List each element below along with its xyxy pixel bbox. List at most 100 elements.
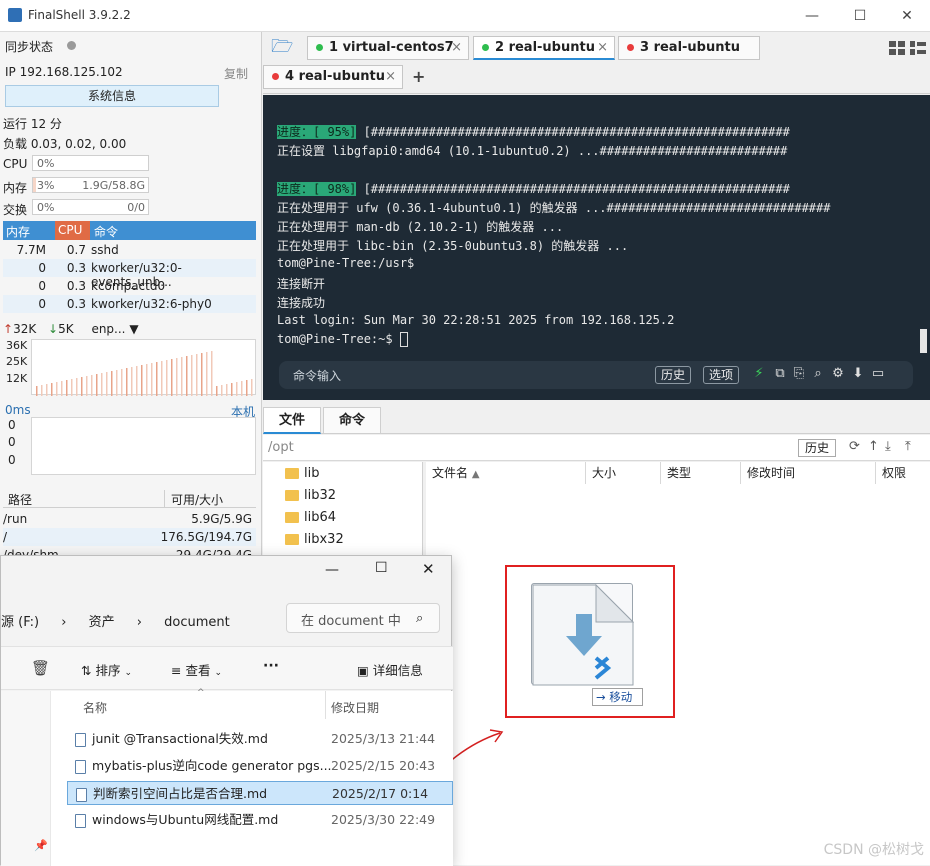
lightning-icon[interactable]: ⚡ [751,366,767,382]
network-bar [111,371,113,396]
tab-close-icon[interactable]: × [385,66,396,88]
command-input-bar[interactable]: 命令输入 历史 选项 ⚡ ⧉ ⎘ ⌕ ⚙ ⬇ ▭ [279,361,913,389]
system-info-button[interactable]: 系统信息 [5,85,219,107]
tab-session-4[interactable]: 4 real-ubuntu × [263,65,403,89]
close-button[interactable]: ✕ [897,6,917,26]
network-bar [101,373,103,396]
breadcrumb-item[interactable]: 源 (F:) [1,615,39,630]
history-button[interactable]: 历史 [655,366,692,384]
path-history-button[interactable]: 历史 [798,439,837,457]
status-dot-icon [482,44,489,51]
sort-button[interactable]: ⇅ 排序 ⌄ [81,660,132,679]
sort-asc-icon: ▲ [471,469,480,480]
refresh-icon[interactable]: ⟳ [849,439,860,454]
network-bar [96,374,98,396]
network-bar [151,363,153,396]
tab-session-1[interactable]: 1 virtual-centos7 × [307,36,469,60]
col-permissions[interactable]: 权限 [876,462,930,484]
proc-cpu: 0.3 [66,261,86,275]
tree-item[interactable]: lib32 [285,488,336,503]
list-layout-icon[interactable] [910,41,926,55]
file-row[interactable]: junit @Transactional失效.md 2025/3/13 21:44 [67,727,453,751]
add-tab-button[interactable]: + [412,67,425,86]
col-path[interactable]: 路径 [8,491,32,508]
file-row[interactable]: windows与Ubuntu网线配置.md 2025/3/30 22:49 [67,808,453,832]
minimize-button[interactable]: — [325,562,339,578]
folder-open-icon[interactable]: 🗁 [271,38,295,56]
view-button[interactable]: ≡ 查看 ⌄ [171,660,222,679]
col-type[interactable]: 类型 [661,462,741,484]
dropdown-triangle-icon[interactable]: ▼ [129,322,138,336]
tab-close-icon[interactable]: × [597,37,608,59]
gear-icon[interactable]: ⚙ [830,366,846,382]
file-row[interactable]: mybatis-plus逆向code generator pgs... 2025/… [67,754,453,778]
disk-row[interactable]: / 176.5G/194.7G [3,528,256,546]
disk-row[interactable]: /run 5.9G/5.9G [3,510,256,528]
explorer-toolbar: 🗑 ⇅ 排序 ⌄ ≡ 查看 ⌄ ··· ▣ 详细信息 [1,646,453,690]
tab-close-icon[interactable]: × [451,37,462,59]
grid-layout-icon[interactable] [889,41,905,55]
tree-item[interactable]: lib64 [285,510,336,525]
file-list[interactable]: 文件名 ▲ 大小 类型 修改时间 权限 [426,462,930,865]
col-modified[interactable]: 修改时间 [741,462,876,484]
disk-size: 176.5G/194.7G [160,530,252,544]
terminal-scrollbar[interactable] [920,329,927,353]
more-button[interactable]: ··· [263,658,279,674]
download-icon[interactable]: ⬇ [850,366,866,382]
watermark: CSDN @松树戈 [823,842,924,858]
tab-session-3[interactable]: 3 real-ubuntu [618,36,760,60]
tab-label: 1 virtual-centos7 [329,40,454,55]
copy-ip-button[interactable]: 复制 [224,65,248,82]
col-size[interactable]: 大小 [586,462,661,484]
maximize-button[interactable]: ☐ [375,560,388,576]
pin-icon[interactable]: 📌 [34,839,48,852]
file-name: mybatis-plus逆向code generator pgs... [92,758,332,773]
breadcrumb-item[interactable]: 资产 [89,615,115,630]
process-row[interactable]: 0 0.3 kcompactd0 [3,277,256,295]
path-input[interactable]: /opt [268,440,294,455]
trash-icon[interactable]: 🗑 [31,659,50,677]
net-up: 32K [13,322,37,336]
col-command[interactable]: 命令 [94,223,118,240]
network-bar [56,382,58,396]
paste-icon[interactable]: ⎘ [791,366,807,382]
col-name[interactable]: 名称 [83,699,107,716]
col-cpu[interactable]: CPU [58,223,82,237]
network-bar [116,370,118,396]
network-bar [46,384,48,396]
window-icon[interactable]: ▭ [870,366,886,382]
network-bar [181,357,183,396]
upload-icon[interactable]: ⤒ [905,439,911,454]
process-row[interactable]: 7.7M 0.7 sshd [3,241,256,259]
tab-files[interactable]: 文件 [263,407,321,434]
proc-cmd: sshd [91,243,119,257]
search-icon[interactable]: ⌕ [810,366,826,382]
download-icon[interactable]: ⤓ [885,439,891,454]
file-row-selected[interactable]: 判断索引空间占比是否合理.md 2025/2/17 0:14 [67,781,453,805]
col-date[interactable]: 修改日期 [331,699,379,716]
network-bar [171,359,173,396]
up-arrow-icon[interactable]: ↑ [868,439,879,454]
copy-icon[interactable]: ⧉ [772,366,788,382]
details-button[interactable]: ▣ 详细信息 [357,660,423,679]
col-filename[interactable]: 文件名 ▲ [426,462,586,484]
terminal-line: Last login: Sun Mar 30 22:28:51 2025 fro… [277,313,675,327]
options-button[interactable]: 选项 [703,366,740,384]
net-interface[interactable]: enp... [91,322,125,336]
tree-item[interactable]: lib [285,466,319,481]
minimize-button[interactable]: — [802,6,822,26]
tab-session-2[interactable]: 2 real-ubuntu × [473,36,615,60]
col-size[interactable]: 可用/大小 [171,491,223,508]
process-row[interactable]: 0 0.3 kworker/u32:0-events_unb... [3,259,256,289]
close-button[interactable]: ✕ [422,560,435,578]
maximize-button[interactable]: ☐ [850,6,870,26]
tree-item[interactable]: libx32 [285,532,344,547]
breadcrumb-item[interactable]: document [164,615,230,630]
process-row[interactable]: 0 0.3 kworker/u32:6-phy0 [3,295,256,313]
markdown-file-icon [75,759,86,774]
tab-commands[interactable]: 命令 [323,407,381,434]
command-input[interactable]: 命令输入 [293,367,341,384]
network-bar [226,384,228,396]
col-mem[interactable]: 内存 [6,223,30,240]
terminal-output[interactable]: 进度：[ 95%] [#############################… [263,95,930,400]
